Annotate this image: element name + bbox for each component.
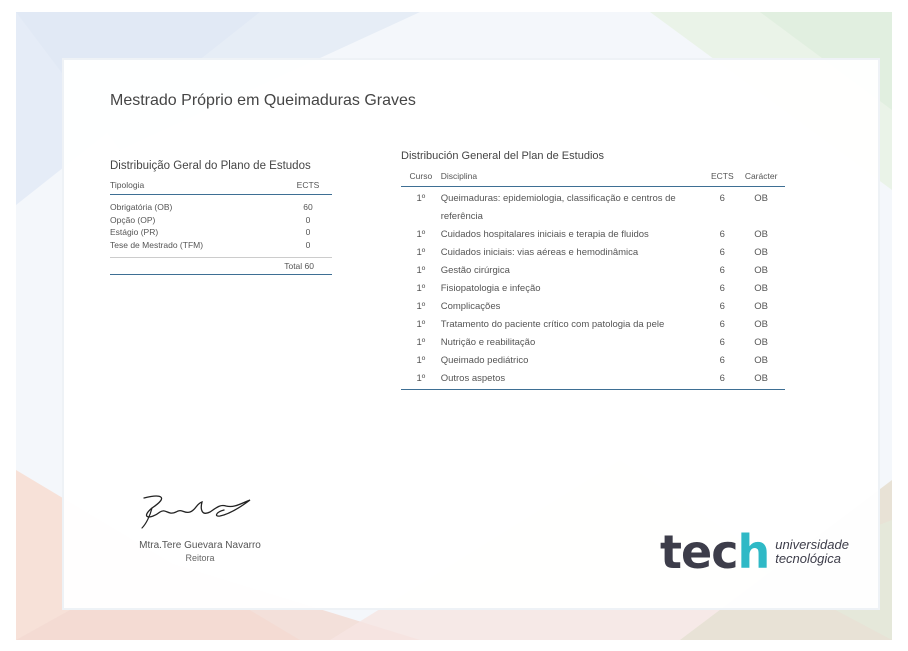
handwritten-signature — [141, 495, 251, 529]
cell-ects: 6 — [719, 319, 725, 330]
cell-curso: 1º — [416, 283, 426, 294]
cell-curso: 1º — [416, 193, 426, 204]
table-row: 1º Tratamento do paciente crítico com pa… — [401, 316, 785, 334]
summary-header-row: Tipologia ECTS — [110, 180, 332, 195]
cell-disciplina: Queimado pediátrico — [440, 355, 529, 366]
summary-row: Obrigatória (OB) 60 — [110, 201, 332, 214]
summary-row-ects: 0 — [305, 214, 311, 225]
col-disciplina: Disciplina — [440, 171, 708, 187]
cell-disciplina: Gestão cirúrgica — [440, 265, 510, 276]
cell-ects: 6 — [719, 193, 725, 204]
cell-ects: 6 — [719, 283, 725, 294]
table-row: 1º Cuidados hospitalares iniciais e tera… — [401, 226, 785, 244]
col-curso: Curso — [401, 171, 441, 187]
col-caracter: Carácter — [737, 171, 785, 187]
cell-ects: 6 — [719, 229, 725, 240]
detail-table-section: Distribución General del Plan de Estudio… — [401, 150, 785, 390]
table-row: 1º Outros aspetos 6 OB — [401, 370, 785, 390]
table-row: 1º Cuidados iniciais: vias aéreas e hemo… — [401, 244, 785, 262]
cell-caracter: OB — [754, 319, 768, 330]
summary-row-ects: 60 — [303, 202, 313, 212]
summary-heading: Distribuição Geral do Plano de Estudos — [110, 160, 311, 172]
cell-disciplina: Nutrição e reabilitação — [440, 337, 536, 348]
cell-disciplina: Complicações — [440, 301, 501, 312]
summary-row-ects: 0 — [305, 227, 311, 237]
table-row: 1º Gestão cirúrgica 6 OB — [401, 262, 785, 280]
summary-row-label: Opção (OP) — [110, 214, 156, 225]
cell-curso: 1º — [401, 370, 441, 390]
signatory-name: Mtra.Tere Guevara Navarro — [139, 540, 261, 551]
summary-row: Opção (OP) 0 — [110, 214, 332, 227]
col-ects: ECTS — [707, 171, 738, 187]
summary-row-ects: 0 — [305, 239, 311, 250]
cell-caracter: OB — [754, 247, 768, 258]
logo-mark-accent: h — [737, 525, 770, 579]
cell-ects: 6 — [719, 301, 725, 312]
signatory-role: Reitora — [185, 553, 215, 563]
page-title: Mestrado Próprio em Queimaduras Graves — [110, 92, 416, 109]
cell-caracter: OB — [737, 370, 785, 390]
cell-disciplina: Cuidados iniciais: vias aéreas e hemodin… — [440, 247, 639, 258]
cell-caracter: OB — [754, 355, 768, 366]
cell-curso: 1º — [416, 319, 426, 330]
cell-disciplina: Tratamento do paciente crítico com patol… — [440, 319, 665, 330]
cell-caracter: OB — [754, 193, 768, 204]
table-row: 1º Nutrição e reabilitação 6 OB — [401, 334, 785, 352]
cell-disciplina: Queimaduras: epidemiologia, classificaçã… — [440, 193, 676, 222]
summary-row-label: Obrigatória (OB) — [110, 202, 173, 212]
detail-table: Curso Disciplina ECTS Carácter 1º Queima… — [401, 171, 785, 390]
cell-caracter: OB — [754, 283, 768, 294]
table-row: 1º Complicações 6 OB — [401, 298, 785, 316]
cell-curso: 1º — [416, 355, 426, 366]
table-row: 1º Fisiopatologia e infeção 6 OB — [401, 280, 785, 298]
table-row: 1º Queimado pediátrico 6 OB — [401, 352, 785, 370]
cell-curso: 1º — [416, 265, 426, 276]
cell-curso: 1º — [416, 337, 426, 348]
summary-col-tipologia: Tipologia — [110, 180, 145, 190]
logo-mark: tech — [660, 529, 770, 575]
cell-caracter: OB — [754, 265, 768, 276]
cell-disciplina: Fisiopatologia e infeção — [440, 283, 541, 294]
summary-col-ects: ECTS — [296, 180, 320, 190]
cell-caracter: OB — [754, 337, 768, 348]
cell-ects: 6 — [719, 265, 725, 276]
signature-block: Mtra.Tere Guevara Navarro Reitora — [110, 490, 290, 563]
detail-heading: Distribución General del Plan de Estudio… — [401, 150, 605, 162]
logo-wordmark: universidade tecnológica — [775, 538, 849, 566]
table-row: 1º Queimaduras: epidemiologia, classific… — [401, 187, 785, 227]
detail-header-row: Curso Disciplina ECTS Carácter — [401, 171, 785, 187]
logo-mark-text: tec — [660, 525, 738, 579]
cell-curso: 1º — [416, 301, 426, 312]
cell-curso: 1º — [416, 247, 426, 258]
summary-row-label: Estágio (PR) — [110, 227, 159, 237]
cell-caracter: OB — [754, 229, 768, 240]
summary-row: Estágio (PR) 0 — [110, 226, 332, 239]
tech-logo: tech universidade tecnológica — [660, 529, 849, 575]
cell-ects: 6 — [719, 247, 725, 258]
logo-line-2: tecnológica — [775, 551, 841, 566]
cell-ects: 6 — [719, 337, 725, 348]
summary-row: Tese de Mestrado (TFM) 0 — [110, 239, 332, 252]
summary-table: Distribuição Geral do Plano de Estudos T… — [110, 160, 332, 275]
summary-row-label: Tese de Mestrado (TFM) — [110, 239, 204, 250]
cell-disciplina: Cuidados hospitalares iniciais e terapia… — [440, 229, 649, 240]
cell-curso: 1º — [416, 229, 426, 240]
cell-disciplina: Outros aspetos — [440, 370, 708, 390]
cell-ects: 6 — [719, 355, 725, 366]
cell-caracter: OB — [754, 301, 768, 312]
cell-ects: 6 — [707, 370, 738, 390]
summary-total: Total 60 — [110, 257, 332, 275]
logo-line-1: universidade — [775, 537, 849, 552]
